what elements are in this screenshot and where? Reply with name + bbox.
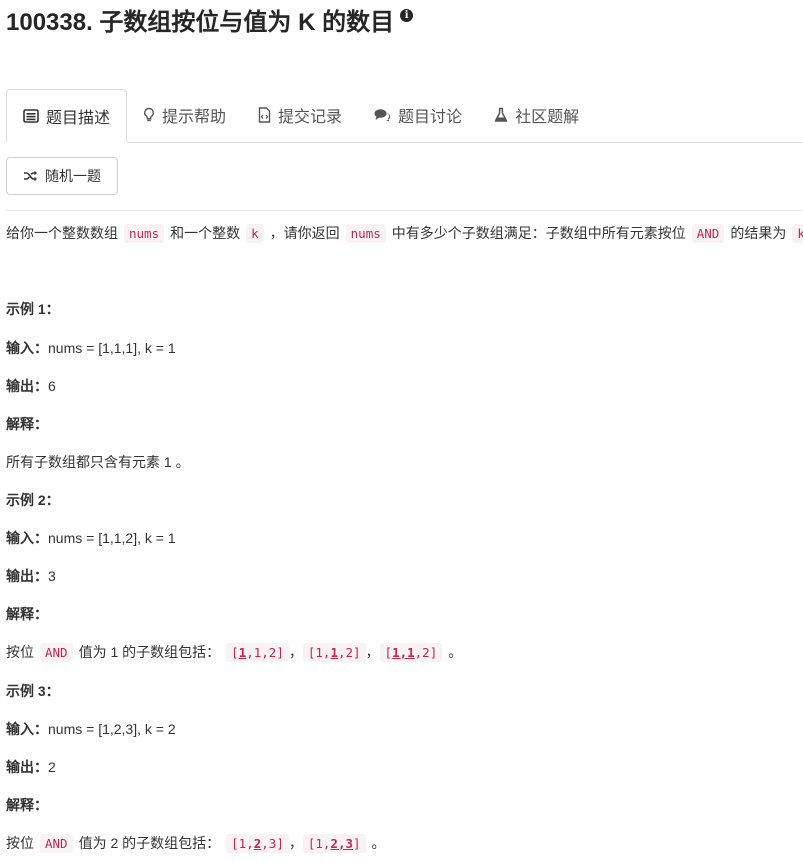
- tab-hints[interactable]: 提示帮助: [127, 89, 242, 141]
- statement-text: ，请你返回: [269, 225, 340, 241]
- tab-solutions[interactable]: 社区题解: [478, 89, 595, 141]
- example-2-input: 输入：nums = [1,1,2], k = 1: [6, 530, 176, 546]
- subarray-code: [1,2,3]: [226, 834, 289, 853]
- inline-code: AND: [691, 224, 725, 243]
- description-icon: [23, 109, 39, 123]
- example-1-explanation: 所有子数组都只含有元素 1 。: [6, 454, 190, 470]
- flask-icon: [494, 107, 508, 122]
- problem-title-text: 100338. 子数组按位与值为 K 的数目: [6, 9, 395, 36]
- tab-submissions[interactable]: 提交记录: [242, 89, 358, 141]
- example-3-input: 输入：nums = [1,2,3], k = 2: [6, 721, 176, 737]
- content-divider: [6, 210, 803, 211]
- example-1-input: 输入：nums = [1,1,1], k = 1: [6, 340, 176, 356]
- statement-text: 的结果为: [730, 225, 787, 241]
- example-2-heading: 示例 2：: [6, 492, 60, 508]
- inline-code: k: [246, 224, 264, 243]
- subarray-code: [1,2,3]: [302, 834, 366, 853]
- example-3-explain-label: 解释：: [6, 797, 48, 813]
- example-2-output: 输出：3: [6, 568, 56, 584]
- tab-discussion[interactable]: 题目讨论: [358, 89, 478, 141]
- shuffle-icon: [24, 170, 37, 182]
- info-icon[interactable]: i: [400, 9, 414, 22]
- tab-description-label: 题目描述: [46, 110, 111, 127]
- subarray-code: [1,1,2]: [379, 643, 443, 662]
- lightbulb-icon: [144, 107, 154, 122]
- example-3-explanation: 按位 AND 值为 2 的子数组包括： [1,2,3]， [1,2,3]。: [6, 834, 386, 853]
- tab-discussion-label: 题目讨论: [398, 109, 463, 126]
- comments-icon: [374, 109, 391, 122]
- problem-title: 100338. 子数组按位与值为 K 的数目 i: [6, 4, 414, 42]
- subarray-code: [1,1,2]: [302, 643, 366, 662]
- random-problem-label: 随机一题: [45, 168, 101, 184]
- random-problem-button[interactable]: 随机一题: [6, 157, 118, 195]
- example-1-output: 输出：6: [6, 378, 56, 394]
- inline-code: nums: [345, 224, 386, 243]
- tab-description[interactable]: 题目描述: [6, 89, 128, 143]
- example-1-heading: 示例 1：: [6, 301, 60, 317]
- example-3-output: 输出：2: [6, 759, 56, 775]
- statement-text: 和一个整数: [170, 225, 241, 241]
- inline-code: k: [792, 224, 803, 243]
- example-1-explain-label: 解释：: [6, 416, 48, 432]
- statement-text: 中有多少个子数组满足：子数组中所有元素按位: [391, 225, 686, 241]
- subarray-code: [1,1,2]: [226, 643, 289, 662]
- inline-code: nums: [124, 224, 165, 243]
- code-file-icon: [258, 107, 271, 123]
- example-3-heading: 示例 3：: [6, 683, 60, 699]
- tab-hints-label: 提示帮助: [162, 109, 227, 126]
- example-2-explain-label: 解释：: [6, 606, 48, 622]
- statement-text: 给你一个整数数组: [6, 225, 118, 241]
- inline-code: AND: [40, 834, 73, 853]
- problem-tabs: 题目描述 提示帮助 提交记录 题目讨论 社区题解: [6, 89, 803, 143]
- example-2-explanation: 按位 AND 值为 1 的子数组包括： [1,1,2]， [1,1,2]， [1,1,2]…: [6, 643, 463, 662]
- inline-code: AND: [40, 643, 73, 662]
- problem-statement: 给你一个整数数组 nums 和一个整数 k ，请你返回 nums 中有多少个子数组满足：子数…: [6, 223, 803, 244]
- tab-solutions-label: 社区题解: [515, 109, 580, 126]
- tab-submissions-label: 提交记录: [278, 109, 343, 126]
